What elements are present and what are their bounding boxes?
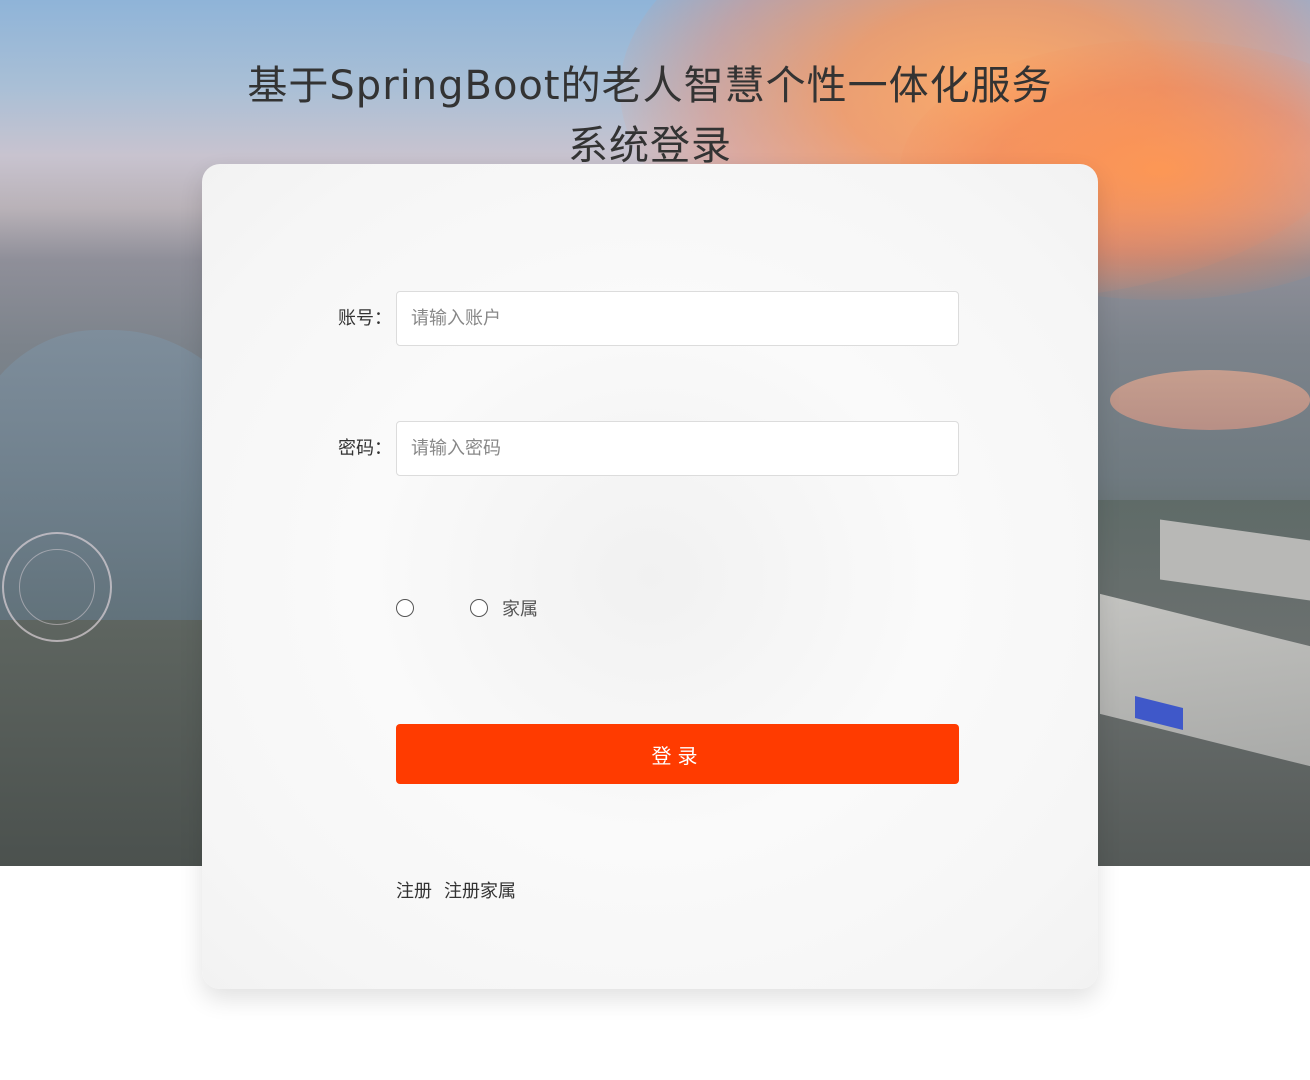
river (1110, 370, 1310, 430)
login-card: 账号： 密码： 家属 登录 注册 注册家属 (202, 164, 1098, 989)
login-button[interactable]: 登录 (396, 724, 959, 784)
role-radio-family[interactable] (470, 599, 488, 617)
register-link[interactable]: 注册 (396, 877, 432, 903)
password-label: 密码： (338, 438, 392, 459)
password-input[interactable] (396, 421, 959, 476)
page-title-line1: 基于SpringBoot的老人智慧个性一体化服务 (247, 63, 1053, 109)
page-title: 基于SpringBoot的老人智慧个性一体化服务 系统登录 (200, 56, 1100, 176)
role-radio-1[interactable] (396, 599, 414, 617)
role-radio-family-label: 家属 (502, 599, 538, 620)
account-label: 账号： (338, 308, 392, 329)
register-family-link[interactable]: 注册家属 (444, 877, 516, 903)
city-left (0, 620, 210, 866)
page-title-line2: 系统登录 (568, 123, 732, 169)
ferris-wheel (2, 532, 112, 642)
account-input[interactable] (396, 291, 959, 346)
